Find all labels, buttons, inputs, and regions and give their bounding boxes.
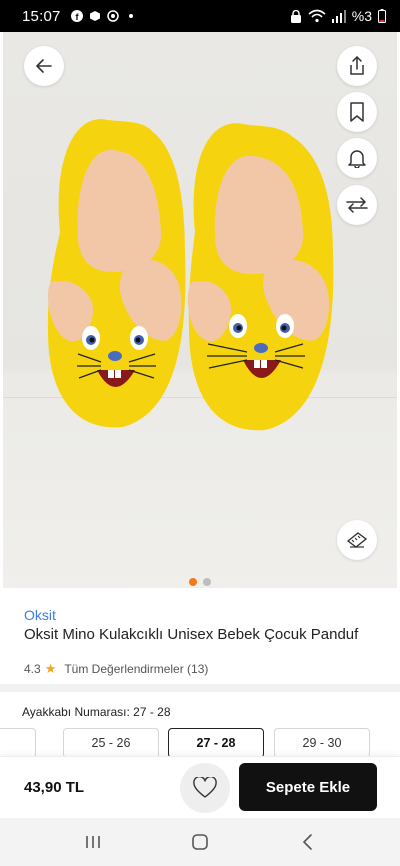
right-slipper: [187, 123, 334, 431]
product-title: Oksit Mino Kulakcıklı Unisex Bebek Çocuk…: [24, 626, 359, 643]
box-icon: [89, 11, 100, 21]
size-options: 4 25 - 26 27 - 28 29 - 30: [0, 728, 400, 756]
lock-icon: [290, 9, 301, 23]
system-nav-bar: [0, 818, 400, 866]
battery-icon: [378, 9, 386, 23]
bookmark-icon: [350, 102, 364, 122]
signal-icon: [331, 9, 346, 23]
status-right: %3: [290, 8, 386, 24]
rating-row[interactable]: 4.3 ★ Tüm Değerlendirmeler (13): [24, 661, 208, 677]
pagination-dot-active[interactable]: [189, 578, 197, 586]
ruler-icon: [346, 532, 368, 548]
recent-apps-button[interactable]: [73, 822, 113, 862]
price: 43,90 TL: [24, 779, 85, 796]
add-to-cart-button[interactable]: Sepete Ekle: [239, 763, 377, 811]
product-image-gallery[interactable]: [3, 32, 397, 588]
notification-icons: f: [70, 10, 137, 22]
size-option[interactable]: 29 - 30: [274, 728, 370, 756]
bell-icon: [348, 150, 366, 168]
arrow-left-icon: [36, 59, 52, 73]
favorite-button[interactable]: [180, 763, 230, 813]
swap-arrows-icon: [346, 197, 368, 213]
recent-apps-icon: [86, 836, 101, 848]
share-icon: [350, 56, 364, 75]
dot-icon: [128, 14, 133, 18]
home-icon: [192, 834, 208, 850]
share-button[interactable]: [337, 46, 377, 86]
rating-value: 4.3: [24, 662, 41, 676]
size-guide-button[interactable]: [337, 520, 377, 560]
size-option[interactable]: 4: [0, 728, 36, 756]
bottom-action-bar: 43,90 TL Sepete Ekle: [0, 756, 400, 818]
heart-icon: [193, 777, 217, 798]
size-option-selected[interactable]: 27 - 28: [168, 728, 264, 756]
left-slipper: [47, 119, 186, 428]
bookmark-button[interactable]: [337, 92, 377, 132]
battery-text: %3: [351, 8, 372, 24]
status-bar: 15:07 f %3: [0, 0, 400, 32]
home-button[interactable]: [180, 822, 220, 862]
size-label: Ayakkabı Numarası: 27 - 28: [22, 705, 171, 719]
section-divider: [0, 684, 400, 692]
reviews-link[interactable]: Tüm Değerlendirmeler (13): [64, 662, 208, 676]
gallery-pagination: [3, 578, 397, 586]
status-time: 15:07: [22, 7, 61, 25]
back-button[interactable]: [24, 46, 64, 86]
pagination-dot[interactable]: [203, 578, 211, 586]
chevron-left-icon: [302, 834, 312, 850]
whatsapp-icon: [106, 10, 119, 22]
size-option[interactable]: 25 - 26: [63, 728, 159, 756]
wifi-icon: [308, 9, 326, 23]
notify-button[interactable]: [337, 138, 377, 178]
facebook-icon: f: [70, 10, 83, 22]
star-icon: ★: [44, 661, 57, 676]
compare-button[interactable]: [337, 185, 377, 225]
system-back-button[interactable]: [287, 822, 327, 862]
brand-link[interactable]: Oksit: [24, 607, 56, 623]
